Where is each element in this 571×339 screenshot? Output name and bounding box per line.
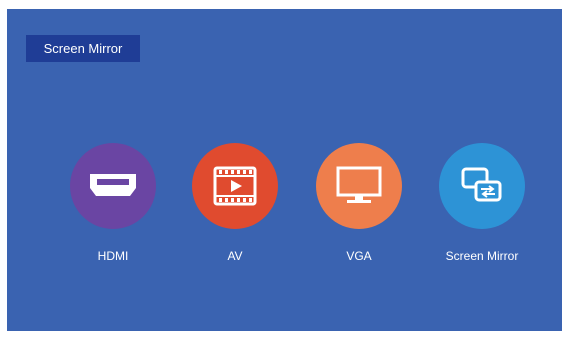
screen-background: Screen Mirror HDMI AV VGA Screen Mirror: [7, 9, 562, 331]
source-label-screen-mirror: Screen Mirror: [445, 249, 519, 263]
hdmi-button[interactable]: [70, 143, 156, 229]
av-button[interactable]: [192, 143, 278, 229]
film-play-icon: [213, 166, 257, 206]
source-screen-mirror[interactable]: Screen Mirror: [437, 143, 527, 263]
source-label-av: AV: [227, 249, 243, 263]
hdmi-icon: [90, 174, 136, 196]
screen-mirror-icon: [461, 167, 502, 202]
vga-button[interactable]: [316, 143, 402, 229]
source-hdmi[interactable]: HDMI: [68, 143, 158, 263]
page-title: Screen Mirror: [26, 35, 140, 62]
source-av[interactable]: AV: [190, 143, 280, 263]
screen-mirror-button[interactable]: [439, 143, 525, 229]
source-label-vga: VGA: [346, 249, 372, 263]
source-label-hdmi: HDMI: [97, 249, 129, 263]
source-vga[interactable]: VGA: [314, 143, 404, 263]
monitor-icon: [336, 166, 382, 203]
